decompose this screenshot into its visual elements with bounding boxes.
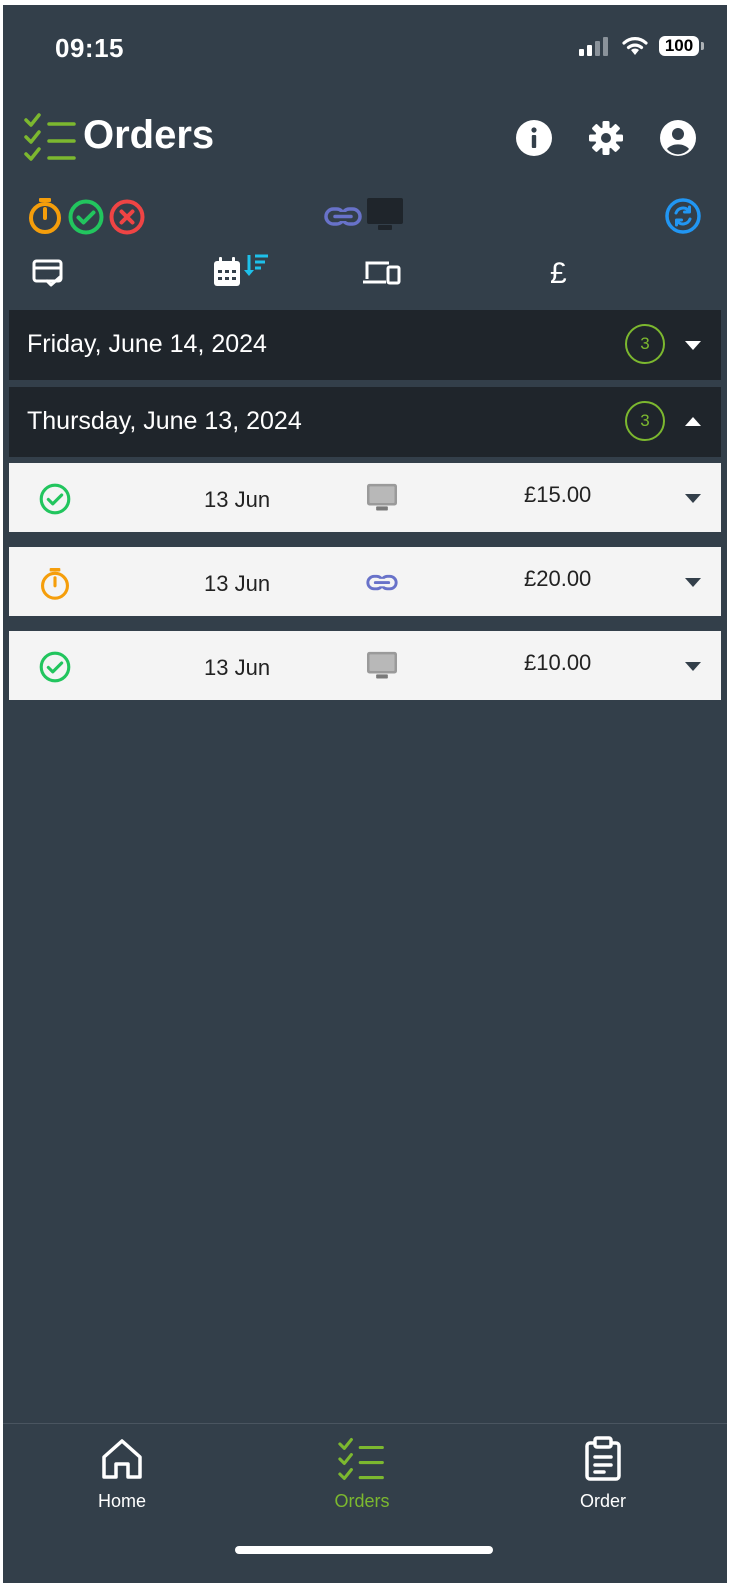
chevron-down-icon[interactable] <box>683 659 703 673</box>
amount-column-header[interactable]: £ <box>550 257 567 291</box>
monitor-icon <box>367 483 397 511</box>
chevron-down-icon[interactable] <box>683 575 703 589</box>
cancelled-x-icon[interactable] <box>109 199 145 235</box>
status-time: 09:15 <box>55 33 124 63</box>
date-group-header[interactable]: Friday, June 14, 2024 3 <box>9 310 721 380</box>
order-date: 13 Jun <box>204 487 271 512</box>
monitor-icon[interactable] <box>366 197 404 233</box>
account-icon <box>660 120 696 156</box>
tab-orders[interactable]: Orders <box>292 1436 432 1512</box>
page-title: Orders <box>83 113 215 157</box>
pending-timer-icon[interactable] <box>27 197 63 235</box>
order-date: 13 Jun <box>204 655 271 680</box>
completed-check-icon[interactable] <box>68 199 104 235</box>
pending-timer-icon <box>41 568 69 600</box>
info-button[interactable] <box>515 119 553 157</box>
order-count-badge: 3 <box>625 401 665 441</box>
tab-home[interactable]: Home <box>52 1436 192 1512</box>
refresh-icon[interactable] <box>664 197 702 235</box>
group-date-label: Thursday, June 13, 2024 <box>27 407 302 435</box>
clipboard-icon <box>585 1436 621 1481</box>
tab-label: Order <box>579 1491 626 1511</box>
card-check-icon[interactable] <box>32 259 64 289</box>
devices-icon[interactable] <box>362 259 402 289</box>
info-icon <box>516 120 552 156</box>
completed-check-icon <box>39 483 71 515</box>
order-amount: £10.00 <box>524 650 592 675</box>
date-group-header[interactable]: Thursday, June 13, 2024 3 <box>9 387 721 457</box>
column-header-row: £ <box>3 251 727 295</box>
order-row[interactable]: 13 Jun £15.00 <box>9 463 721 532</box>
settings-button[interactable] <box>587 119 625 157</box>
completed-check-icon <box>39 651 71 683</box>
chevron-down-icon[interactable] <box>683 336 703 354</box>
chevron-up-icon[interactable] <box>683 413 703 431</box>
monitor-icon <box>367 651 397 679</box>
app-header: Orders <box>3 105 727 175</box>
filter-row <box>3 195 727 239</box>
home-indicator <box>235 1546 493 1554</box>
account-button[interactable] <box>659 119 697 157</box>
home-icon <box>102 1439 142 1479</box>
link-icon <box>366 574 398 591</box>
app-screen: 09:15 100 Orders £ Friday, June 14, 2024… <box>3 5 727 1583</box>
wifi-icon <box>622 37 648 55</box>
battery-indicator: 100 <box>659 36 704 56</box>
tab-label: Home <box>97 1491 146 1511</box>
group-date-label: Friday, June 14, 2024 <box>27 330 267 358</box>
order-count-badge: 3 <box>625 324 665 364</box>
tab-order[interactable]: Order <box>533 1436 673 1512</box>
order-row[interactable]: 13 Jun £10.00 <box>9 631 721 700</box>
order-amount: £20.00 <box>524 566 592 591</box>
order-date: 13 Jun <box>204 571 271 596</box>
status-icons: 100 <box>579 35 704 57</box>
orders-checklist-icon <box>338 1437 384 1481</box>
tab-label: Orders <box>334 1491 390 1511</box>
chevron-down-icon[interactable] <box>683 491 703 505</box>
link-icon[interactable] <box>324 205 362 229</box>
signal-icon <box>579 37 608 56</box>
status-bar: 09:15 100 <box>3 5 727 95</box>
header-actions <box>515 119 697 157</box>
order-amount: £15.00 <box>524 482 592 507</box>
settings-icon <box>589 121 623 155</box>
order-row[interactable]: 13 Jun £20.00 <box>9 547 721 616</box>
orders-logo-icon <box>24 113 76 161</box>
calendar-sort-icon[interactable] <box>212 253 270 289</box>
bottom-tab-bar: Home Orders Order <box>3 1423 727 1583</box>
